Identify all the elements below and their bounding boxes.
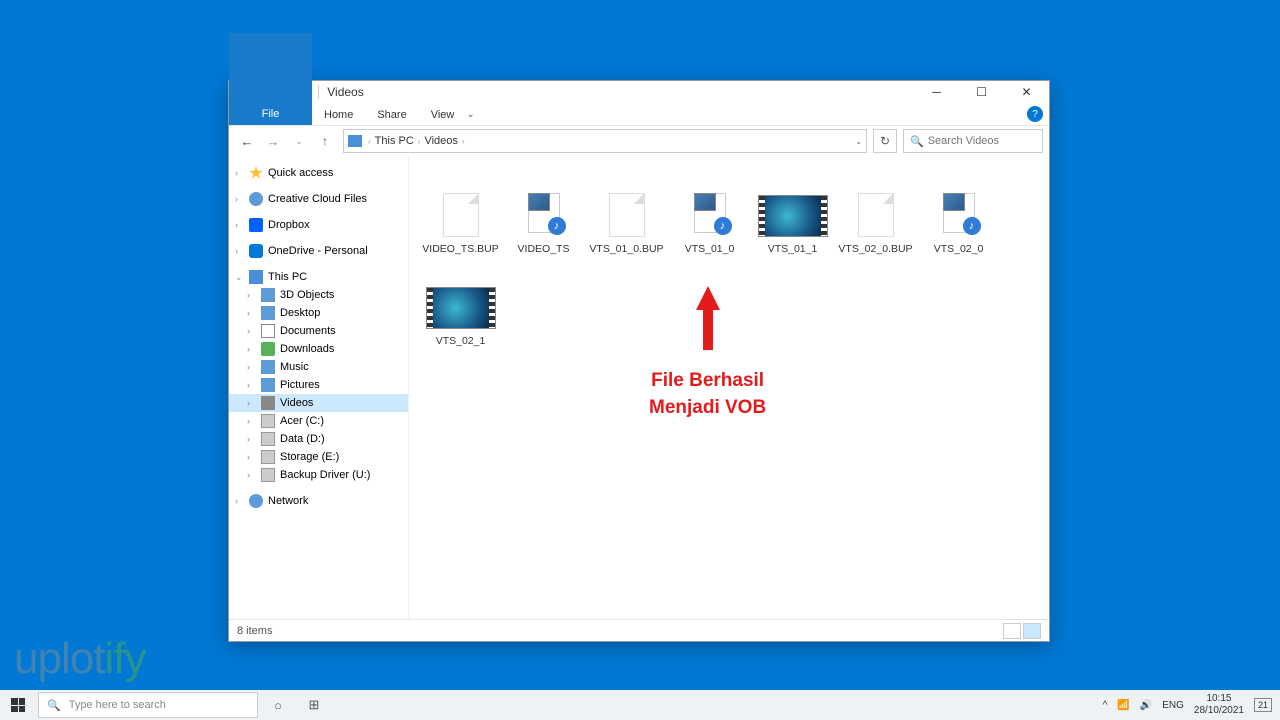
sidebar-item-drive-c[interactable]: ›Acer (C:) xyxy=(229,412,408,430)
sidebar-item-network[interactable]: ›Network xyxy=(229,492,408,510)
file-item[interactable]: VTS_01_0.BUP xyxy=(585,168,668,260)
sidebar-item-drive-d[interactable]: ›Data (D:) xyxy=(229,430,408,448)
file-label: VIDEO_TS xyxy=(518,243,570,256)
file-item[interactable]: ♪ VTS_02_0 xyxy=(917,168,1000,260)
file-label: VIDEO_TS.BUP xyxy=(422,243,498,256)
sidebar-item-3d-objects[interactable]: ›3D Objects xyxy=(229,286,408,304)
taskbar: 🔍 Type here to search ○ ⊞ ^ 📶 🔊 ENG 10:1… xyxy=(0,690,1280,720)
file-icon xyxy=(609,193,645,237)
navigation-bar: ← → ⌄ ↑ › This PC › Videos › ⌄ ↻ 🔍 xyxy=(229,126,1049,156)
audio-file-icon: ♪ xyxy=(935,189,983,237)
notifications-button[interactable]: 21 xyxy=(1254,698,1272,712)
search-box[interactable]: 🔍 xyxy=(903,129,1043,153)
sidebar-item-pictures[interactable]: ›Pictures xyxy=(229,376,408,394)
sidebar-item-quick-access[interactable]: ›Quick access xyxy=(229,164,408,182)
breadcrumb-folder[interactable]: Videos xyxy=(422,135,459,147)
video-thumbnail xyxy=(758,195,828,237)
ribbon-expand-icon[interactable]: ⌄ xyxy=(466,109,474,120)
sidebar-item-desktop[interactable]: ›Desktop xyxy=(229,304,408,322)
watermark: uplotify xyxy=(14,634,145,684)
explorer-window: ▾ ↶ ▾ Videos ─ ☐ ✕ File Home Share View … xyxy=(228,80,1050,642)
address-dropdown-icon[interactable]: ⌄ xyxy=(855,137,862,146)
chevron-right-icon: › xyxy=(460,137,467,146)
ribbon-tabs: File Home Share View ⌄ ? xyxy=(229,103,1049,126)
language-indicator[interactable]: ENG xyxy=(1162,700,1184,711)
video-thumbnail xyxy=(426,287,496,329)
navigation-pane: ›Quick access ›Creative Cloud Files ›Dro… xyxy=(229,156,409,619)
tab-home[interactable]: Home xyxy=(312,105,365,125)
search-input[interactable] xyxy=(928,135,1036,147)
back-button[interactable]: ← xyxy=(235,129,259,153)
pc-icon xyxy=(348,135,362,147)
clock[interactable]: 10:15 28/10/2021 xyxy=(1194,693,1244,717)
tab-view[interactable]: View xyxy=(419,105,467,125)
taskbar-search[interactable]: 🔍 Type here to search xyxy=(38,692,258,718)
sidebar-item-videos[interactable]: ›Videos xyxy=(229,394,408,412)
tab-file[interactable]: File xyxy=(229,33,312,125)
address-bar[interactable]: › This PC › Videos › ⌄ xyxy=(343,129,867,153)
volume-icon[interactable]: 🔊 xyxy=(1140,700,1152,711)
sidebar-item-music[interactable]: ›Music xyxy=(229,358,408,376)
forward-button[interactable]: → xyxy=(261,129,285,153)
sidebar-item-drive-e[interactable]: ›Storage (E:) xyxy=(229,448,408,466)
search-placeholder: Type here to search xyxy=(69,699,166,711)
annotation-line2: Menjadi VOB xyxy=(649,395,766,422)
minimize-button[interactable]: ─ xyxy=(914,81,959,103)
wifi-icon[interactable]: 📶 xyxy=(1117,700,1129,711)
file-label: VTS_01_0.BUP xyxy=(589,243,663,256)
window-title: Videos xyxy=(327,85,363,99)
maximize-button[interactable]: ☐ xyxy=(959,81,1004,103)
chevron-right-icon: › xyxy=(416,137,423,146)
history-dropdown[interactable]: ⌄ xyxy=(287,129,311,153)
annotation-line1: File Berhasil xyxy=(649,368,766,395)
file-label: VTS_02_1 xyxy=(436,335,486,348)
start-button[interactable] xyxy=(0,690,36,720)
file-label: VTS_02_0.BUP xyxy=(838,243,912,256)
system-tray: ^ 📶 🔊 ENG 10:15 28/10/2021 21 xyxy=(1103,693,1280,717)
search-icon: 🔍 xyxy=(910,135,924,148)
file-icon xyxy=(858,193,894,237)
file-label: VTS_01_1 xyxy=(768,243,818,256)
file-item[interactable]: ♪ VTS_01_0 xyxy=(668,168,751,260)
task-view-button[interactable]: ⊞ xyxy=(296,690,332,720)
up-button[interactable]: ↑ xyxy=(313,129,337,153)
file-item[interactable]: ♪ VIDEO_TS xyxy=(502,168,585,260)
sidebar-item-dropbox[interactable]: ›Dropbox xyxy=(229,216,408,234)
audio-file-icon: ♪ xyxy=(520,189,568,237)
file-item[interactable]: VTS_02_1 xyxy=(419,260,502,352)
close-button[interactable]: ✕ xyxy=(1004,81,1049,103)
file-label: VTS_01_0 xyxy=(685,243,735,256)
sidebar-item-documents[interactable]: ›Documents xyxy=(229,322,408,340)
sidebar-item-onedrive[interactable]: ›OneDrive - Personal xyxy=(229,242,408,260)
breadcrumb-root[interactable]: This PC xyxy=(373,135,416,147)
file-pane[interactable]: VIDEO_TS.BUP ♪ VIDEO_TS VTS_01_0.BUP ♪ VTS_01… xyxy=(409,156,1049,619)
tab-share[interactable]: Share xyxy=(365,105,418,125)
view-details-button[interactable] xyxy=(1003,623,1021,639)
help-icon[interactable]: ? xyxy=(1027,106,1043,122)
separator xyxy=(318,85,319,99)
cortana-button[interactable]: ○ xyxy=(260,690,296,720)
status-bar: 8 items xyxy=(229,619,1049,641)
file-item[interactable]: VTS_01_1 xyxy=(751,168,834,260)
chevron-right-icon: › xyxy=(366,137,373,146)
sidebar-item-downloads[interactable]: ›Downloads xyxy=(229,340,408,358)
refresh-button[interactable]: ↻ xyxy=(873,129,897,153)
sidebar-item-this-pc[interactable]: ⌄This PC xyxy=(229,268,408,286)
sidebar-item-creative-cloud[interactable]: ›Creative Cloud Files xyxy=(229,190,408,208)
search-icon: 🔍 xyxy=(47,699,61,712)
file-item[interactable]: VTS_02_0.BUP xyxy=(834,168,917,260)
view-icons-button[interactable] xyxy=(1023,623,1041,639)
tray-expand-icon[interactable]: ^ xyxy=(1103,700,1108,711)
file-icon xyxy=(443,193,479,237)
file-label: VTS_02_0 xyxy=(934,243,984,256)
sidebar-item-drive-u[interactable]: ›Backup Driver (U:) xyxy=(229,466,408,484)
file-item[interactable]: VIDEO_TS.BUP xyxy=(419,168,502,260)
item-count: 8 items xyxy=(237,625,272,637)
titlebar: ▾ ↶ ▾ Videos ─ ☐ ✕ xyxy=(229,81,1049,103)
audio-file-icon: ♪ xyxy=(686,189,734,237)
